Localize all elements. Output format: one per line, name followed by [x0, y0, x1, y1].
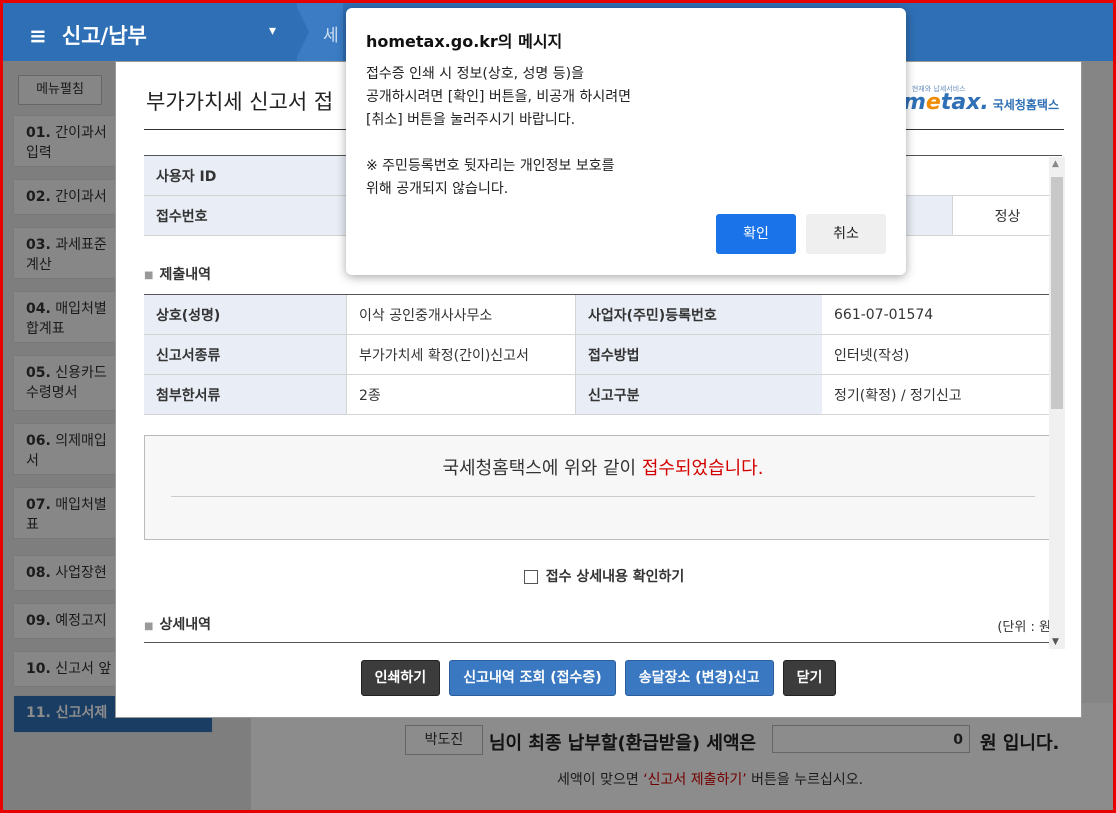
- table-cell: 정기(확정) / 정기신고: [822, 374, 1062, 415]
- breadcrumb-label: 세: [323, 26, 339, 46]
- table-header-cell: 첨부한서류: [144, 374, 347, 415]
- menu-title[interactable]: ≡ 신고/납부: [29, 20, 147, 50]
- scroll-down-icon[interactable]: ▼: [1052, 637, 1059, 647]
- bullet-icon: ■: [144, 621, 154, 632]
- scrollbar-thumb[interactable]: [1051, 177, 1063, 409]
- table-row: 신고서종류 부가가치세 확정(간이)신고서 접수방법 인터넷(작성): [144, 334, 1062, 375]
- table-cell: 이삭 공인중개사사무소: [346, 294, 576, 335]
- notice-text: 국세청홈택스에 위와 같이: [442, 458, 642, 479]
- cancel-button[interactable]: 취소: [806, 214, 886, 254]
- result-value: 정상: [952, 195, 1062, 236]
- app-frame: ≡ 신고/납부 ▾ 세 메뉴펼침 01. 간이과서 입력 02. 간이과서 03…: [0, 0, 1116, 813]
- bullet-icon: ■: [144, 269, 154, 281]
- table-cell: 2종: [346, 374, 576, 415]
- delivery-address-button[interactable]: 송달장소 (변경)신고: [624, 660, 774, 696]
- modal-scrollbar[interactable]: ▲ ▼: [1049, 157, 1065, 649]
- hamburger-icon[interactable]: ≡: [29, 24, 47, 48]
- menu-title-label: 신고/납부: [61, 24, 147, 48]
- alert-message: 접수증 인쇄 시 정보(상호, 성명 등)을 공개하시려면 [확인] 버튼을, …: [366, 66, 632, 197]
- breadcrumb-arrow: [295, 3, 309, 61]
- table-header-cell: 신고서종류: [144, 334, 347, 375]
- logo-tagline: 현재와 납세서비스: [911, 85, 966, 93]
- receipt-inquiry-button[interactable]: 신고내역 조회 (접수증): [449, 660, 616, 696]
- hometax-logo: 현재와 납세서비스 ometax. 국세청홈택스: [888, 85, 1059, 115]
- detail-checkbox[interactable]: [523, 570, 538, 584]
- table-cell: 인터넷(작성): [822, 334, 1062, 375]
- submission-title-text: 제출내역: [159, 267, 211, 283]
- detail-checkbox-label[interactable]: 접수 상세내용 확인하기: [546, 569, 685, 585]
- table-header-cell: 신고구분: [575, 374, 822, 415]
- table-header-cell: 상호(성명): [144, 294, 347, 335]
- submission-table: 상호(성명) 이삭 공인중개사사무소 사업자(주민)등록번호 661-07-01…: [144, 294, 1062, 415]
- table-row: 첨부한서류 2종 신고구분 정기(확정) / 정기신고: [144, 374, 1062, 415]
- detail-checkbox-row[interactable]: 접수 상세내용 확인하기: [144, 566, 1064, 586]
- detail-section-title: ■ 상세내역: [144, 617, 211, 633]
- receipt-no-label: 접수번호: [144, 195, 346, 236]
- unit-label: (단위 : 원): [997, 620, 1056, 635]
- browser-alert-dialog: hometax.go.kr의 메시지 접수증 인쇄 시 정보(상호, 성명 등)…: [346, 8, 906, 275]
- scroll-up-icon[interactable]: ▲: [1052, 159, 1059, 169]
- notice-highlight: 접수되었습니다.: [641, 458, 764, 479]
- table-row: 상호(성명) 이삭 공인중개사사무소 사업자(주민)등록번호 661-07-01…: [144, 294, 1062, 335]
- modal-button-bar: 인쇄하기 신고내역 조회 (접수증) 송달장소 (변경)신고 닫기: [116, 660, 1081, 696]
- notice-divider: [171, 496, 1035, 497]
- table-header-cell: 접수방법: [575, 334, 822, 375]
- detail-section-header: ■ 상세내역 (단위 : 원): [144, 614, 1064, 643]
- chevron-down-icon[interactable]: ▾: [269, 23, 276, 39]
- detail-title-text: 상세내역: [159, 617, 211, 633]
- alert-title: hometax.go.kr의 메시지: [366, 32, 563, 51]
- receipt-notice-message: 국세청홈택스에 위와 같이 접수되었습니다.: [145, 454, 1061, 480]
- user-id-label: 사용자 ID: [144, 155, 346, 196]
- confirm-button[interactable]: 확인: [716, 214, 796, 254]
- modal-title: 부가가치세 신고서 접: [146, 90, 334, 114]
- print-button[interactable]: 인쇄하기: [360, 660, 441, 696]
- table-cell: 661-07-01574: [822, 294, 1062, 335]
- table-cell: 부가가치세 확정(간이)신고서: [346, 334, 576, 375]
- logo-korean-text: 국세청홈택스: [992, 98, 1059, 112]
- receipt-notice-box: 국세청홈택스에 위와 같이 접수되었습니다.: [144, 435, 1062, 540]
- table-header-cell: 사업자(주민)등록번호: [575, 294, 822, 335]
- close-button[interactable]: 닫기: [782, 660, 837, 696]
